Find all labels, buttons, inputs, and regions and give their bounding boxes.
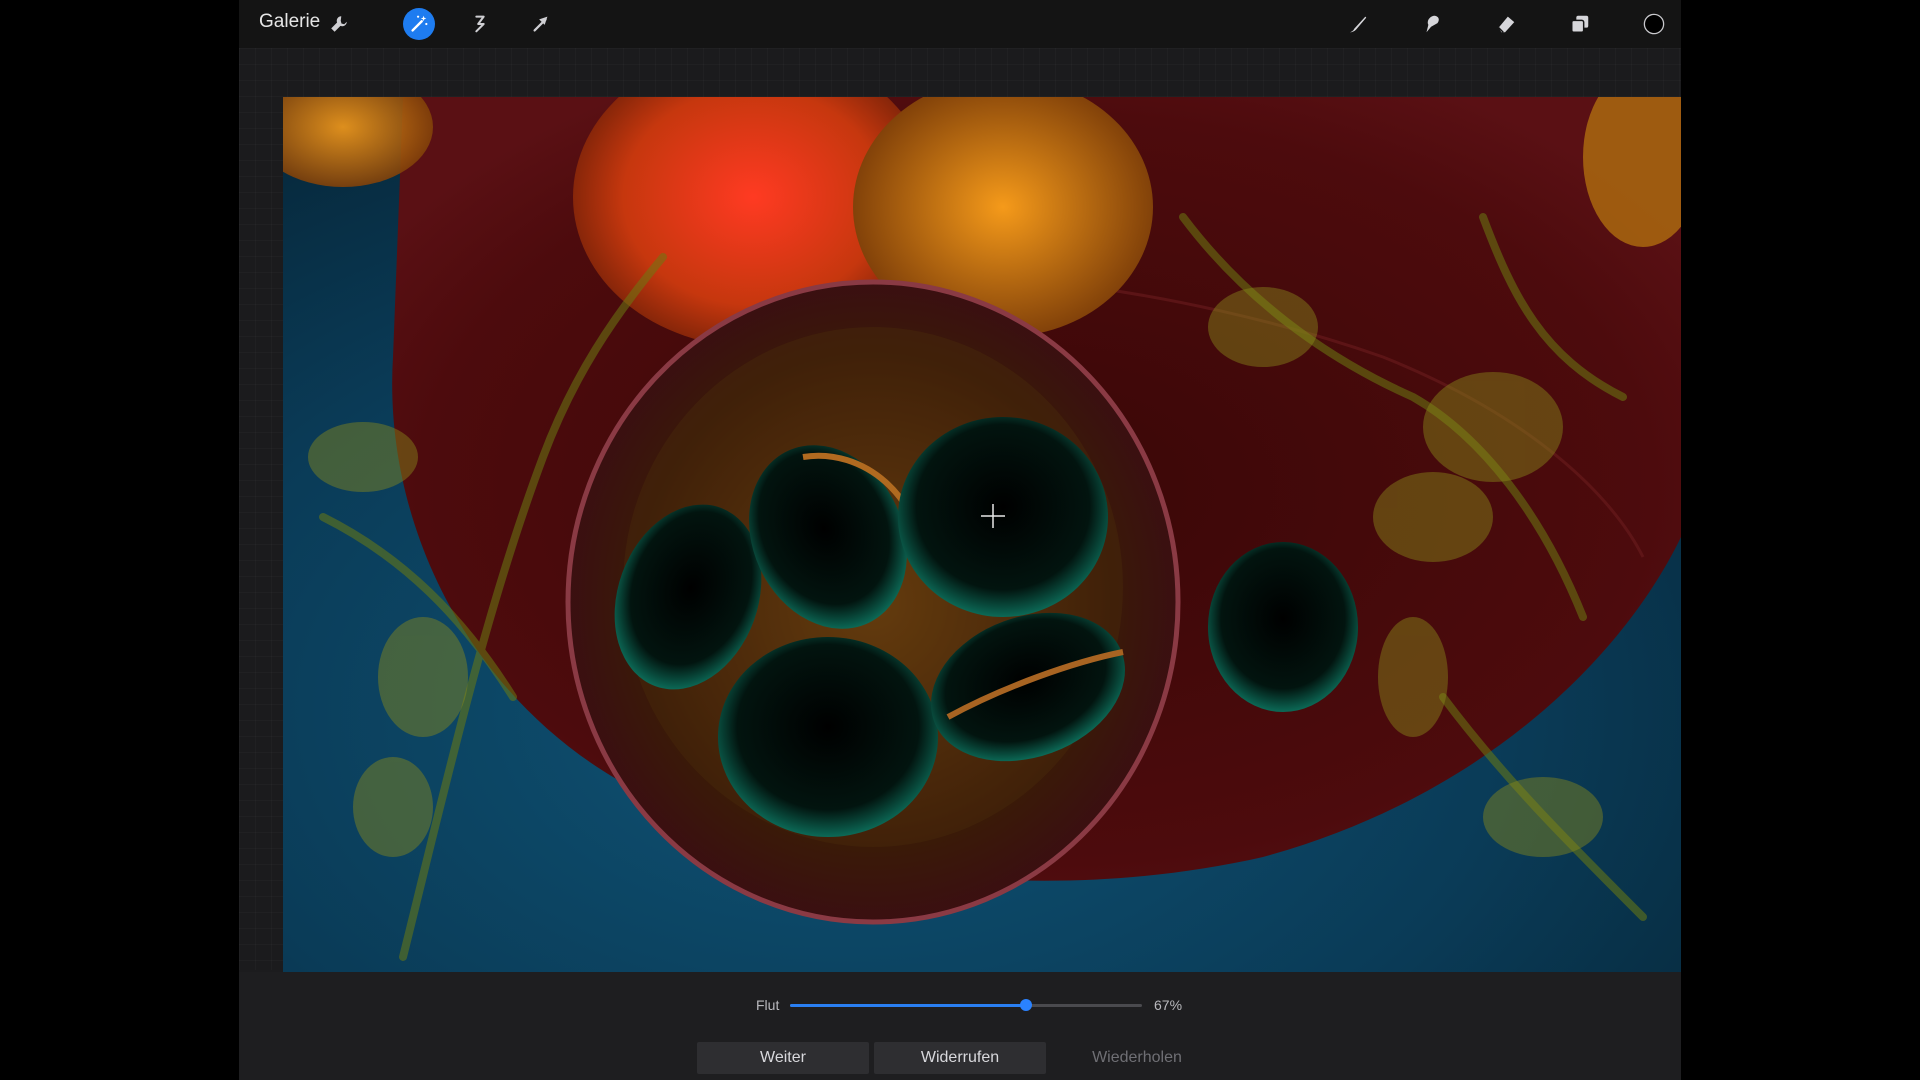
wrench-icon[interactable] [323,8,355,40]
flut-slider-thumb[interactable] [1019,999,1032,1011]
gallery-button[interactable]: Galerie [259,11,320,33]
flut-slider-fill [790,1004,1026,1007]
top-toolbar: Galerie [239,0,1681,48]
eraser-icon[interactable] [1490,8,1522,40]
smudge-icon[interactable] [1416,8,1448,40]
procreate-app: Galerie Flut 67% Weiter Widerrufen Wiede… [239,0,1681,1080]
flut-value: 67% [1154,997,1183,1013]
widerrufen-button[interactable]: Widerrufen [874,1042,1046,1074]
weiter-button[interactable]: Weiter [697,1042,869,1074]
wiederholen-button[interactable]: Wiederholen [1051,1042,1223,1074]
magic-wand-icon[interactable] [403,8,435,40]
flut-label: Flut [756,997,780,1013]
s-curve-icon[interactable] [464,8,496,40]
brush-icon[interactable] [1342,8,1374,40]
flut-slider[interactable] [790,999,1142,1011]
bottom-controls: Flut 67% Weiter Widerrufen Wiederholen [239,972,1681,1080]
canvas-image[interactable] [283,97,1681,973]
arrow-icon[interactable] [525,8,557,40]
layers-icon[interactable] [1564,8,1596,40]
color-swatch-icon[interactable] [1638,8,1670,40]
macarons-photo [283,97,1681,973]
